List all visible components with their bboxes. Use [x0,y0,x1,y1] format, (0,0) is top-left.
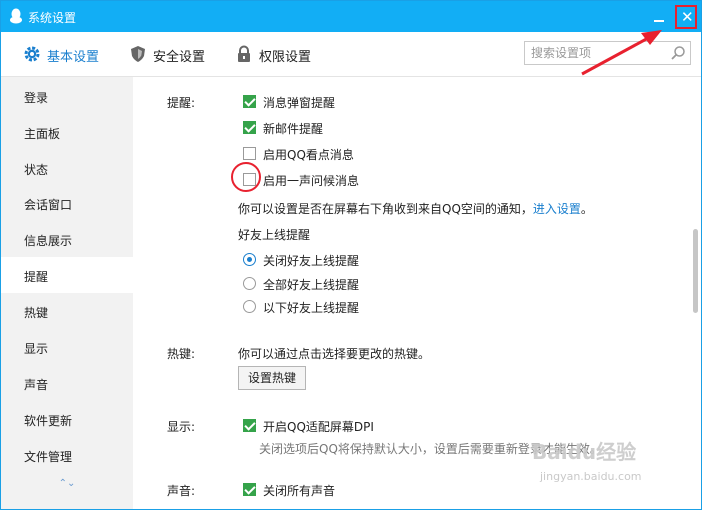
sidebar-item-status[interactable]: 状态 [1,150,133,186]
baidu-watermark: Baidu经验 [532,440,637,464]
baidu-watermark-url: jingyan.baidu.com [540,470,642,483]
friend-online-all-radio[interactable] [243,277,256,290]
tab-label: 安全设置 [153,50,206,65]
hotkeys-note: 你可以通过点击选择要更改的热键。 [238,347,431,361]
gear-icon [24,46,40,62]
sidebar-item-main-panel[interactable]: 主面板 [1,114,133,150]
tab-label: 基本设置 [47,50,100,65]
sidebar-item-label: 登录 [24,91,49,105]
sidebar-item-software-update[interactable]: 软件更新 [1,401,133,437]
qzone-notice-period: 。 [580,202,593,216]
sidebar-item-label: 主面板 [24,127,61,141]
friend-online-all-label: 全部好友上线提醒 [263,278,360,292]
settings-sidebar: 登录 主面板 状态 会话窗口 信息展示 提醒 热键 显示 声音 软件更新 文件管… [1,77,133,509]
top-tab-bar: 基本设置 安全设置 权限设置 [1,32,701,77]
new-mail-reminder-label: 新邮件提醒 [263,122,324,136]
sidebar-item-label: 提醒 [24,270,49,284]
qzone-notice-body: 你可以设置是否在屏幕右下角收到来自QQ空间的通知， [238,202,533,216]
shield-icon [131,46,145,62]
sidebar-item-display[interactable]: 显示 [1,329,133,365]
sidebar-item-reminders[interactable]: 提醒 [1,257,133,293]
sidebar-item-label: 显示 [24,342,49,356]
display-section-label: 显示: [167,420,196,434]
window-title: 系统设置 [28,11,77,25]
friend-online-selected-label: 以下好友上线提醒 [263,301,360,315]
sidebar-item-label: 信息展示 [24,234,73,248]
friend-online-off-radio[interactable] [243,253,256,266]
sidebar-item-chat-window[interactable]: 会话窗口 [1,185,133,221]
friend-online-selected-radio[interactable] [243,300,256,313]
qq-penguin-icon [10,8,22,24]
sidebar-item-sound[interactable]: 声音 [1,365,133,401]
search-icon[interactable] [670,45,686,61]
friend-online-off-label: 关闭好友上线提醒 [263,254,360,268]
sidebar-item-label: 热键 [24,306,49,320]
sidebar-item-label: 软件更新 [24,414,73,428]
qq-kandian-label: 启用QQ看点消息 [263,148,354,162]
sidebar-item-file-management[interactable]: 文件管理 [1,437,133,473]
search-box[interactable] [524,41,691,65]
title-bar[interactable]: 系统设置 ✕ [1,1,701,32]
set-hotkeys-button[interactable]: 设置热键 [238,366,307,390]
new-mail-reminder-checkbox[interactable] [243,121,256,134]
greeting-message-label: 启用一声问候消息 [263,174,360,188]
friend-online-title: 好友上线提醒 [238,228,311,242]
reminders-section-label: 提醒: [167,96,196,110]
mute-all-sounds-label: 关闭所有声音 [263,484,336,498]
sidebar-item-label: 会话窗口 [24,198,73,212]
popup-message-reminder-label: 消息弹窗提醒 [263,96,336,110]
qzone-notice-text: 你可以设置是否在屏幕右下角收到来自QQ空间的通知，进入设置。 [238,200,593,217]
settings-window: 系统设置 ✕ 基本设置 安全设置 权限设置 搜索设置项 登录 主面板 状态 会话… [0,0,702,510]
minimize-button[interactable] [647,5,671,29]
sidebar-scroll-arrows[interactable]: ⌃⌄ [57,478,77,508]
tab-label: 权限设置 [259,50,312,65]
sidebar-item-hotkeys[interactable]: 热键 [1,293,133,329]
dpi-adapt-label: 开启QQ适配屏幕DPI [263,420,374,434]
close-button[interactable]: ✕ [675,5,697,29]
sidebar-item-label: 声音 [24,378,49,392]
dpi-adapt-checkbox[interactable] [243,419,256,432]
enter-settings-link[interactable]: 进入设置 [533,202,581,216]
content-scrollbar-thumb[interactable] [693,229,698,313]
lock-icon [238,45,250,62]
mute-all-sounds-checkbox[interactable] [243,483,256,496]
sidebar-item-label: 文件管理 [24,450,73,464]
sidebar-item-info-display[interactable]: 信息展示 [1,221,133,257]
qq-kandian-checkbox[interactable] [243,147,256,160]
popup-message-reminder-checkbox[interactable] [243,95,256,108]
sound-section-label: 声音: [167,484,196,498]
sidebar-item-label: 状态 [24,163,49,177]
highlight-circle [231,162,261,192]
search-input[interactable] [525,42,671,64]
close-icon: ✕ [681,8,694,26]
sidebar-item-login[interactable]: 登录 [1,78,133,114]
hotkeys-section-label: 热键: [167,347,196,361]
